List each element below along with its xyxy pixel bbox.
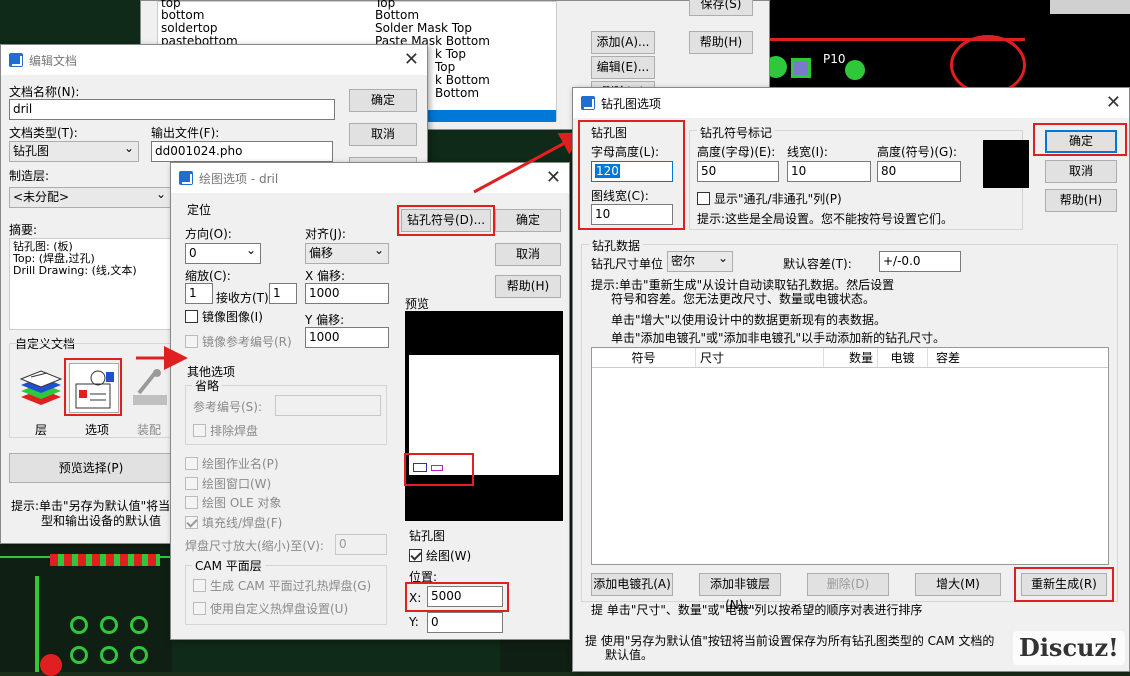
footer-hint-line2: 默认值。 <box>605 648 654 662</box>
drill-group-highlight <box>578 120 685 230</box>
drill-table[interactable]: 符号 尺寸 数量 电镀 容差 <box>591 347 1109 565</box>
table-header: 符号 尺寸 数量 电镀 容差 <box>592 348 1108 368</box>
drill-help-button[interactable]: 帮助(H) <box>1045 189 1117 212</box>
tolerance-input[interactable]: +/-0.0 <box>879 251 961 272</box>
app-icon <box>581 96 595 110</box>
sym-height-char-label: 高度(字母)(E): <box>697 145 776 159</box>
arrow-to-drill-options <box>473 132 585 194</box>
sym-line-width-input[interactable]: 10 <box>787 161 871 182</box>
drill-options-window: 钻孔图选项 ✕ 钻孔图 字母高度(L): 120 图线宽(C): 10 钻孔符号… <box>572 87 1130 672</box>
increase-hint: 单击"增大"以使用设计中的数据更新现有的表数据。 <box>611 313 887 327</box>
global-hint: 提示:这些是全局设置。您不能按符号设置它们。 <box>697 212 954 226</box>
drill-options-titlebar: 钻孔图选项 <box>573 88 1129 118</box>
window-title: 钻孔图选项 <box>601 96 662 111</box>
drill-cancel-button[interactable]: 取消 <box>1045 160 1117 183</box>
symbol-preview <box>983 140 1029 188</box>
delete-button[interactable]: 删除(D) <box>807 573 889 596</box>
add-nonplated-button[interactable]: 添加非镀层(N)... <box>699 573 781 612</box>
table-header-qty[interactable]: 数量 <box>824 348 878 367</box>
watermark: Discuz! <box>1013 631 1125 665</box>
drill-data-group-label: 钻孔数据 <box>589 237 644 254</box>
unit-select[interactable]: 密尔 <box>667 249 733 272</box>
add-hole-hint: 单击"添加电镀孔"或"添加非电镀孔"以手动添加新的钻孔尺寸。 <box>611 331 946 345</box>
unit-label: 钻孔尺寸单位 <box>591 257 664 271</box>
regenerate-highlight <box>1014 567 1114 602</box>
sym-line-width-label: 线宽(I): <box>787 145 828 159</box>
show-via-checkbox[interactable]: 显示"通孔/非通孔"列(P) <box>697 190 842 207</box>
sym-height-input[interactable]: 80 <box>877 161 961 182</box>
drill-ok-highlight <box>1033 123 1127 156</box>
increase-button[interactable]: 增大(M) <box>915 573 1001 596</box>
table-header-size[interactable]: 尺寸 <box>696 348 824 367</box>
table-header-symbol[interactable]: 符号 <box>592 348 696 367</box>
table-header-plated[interactable]: 电镀 <box>878 348 928 367</box>
sym-height-char-input[interactable]: 50 <box>697 161 779 182</box>
table-header-tolerance[interactable]: 容差 <box>928 348 988 367</box>
add-plated-button[interactable]: 添加电镀孔(A) <box>591 573 673 596</box>
sort-hint: 提 单击"尺寸"、数量"或"电镀"列以按希望的顺序对表进行排序 <box>591 603 923 617</box>
regen-hint-line2: 符号和容差。您无法更改尺寸、数量或电镀状态。 <box>611 292 876 306</box>
tolerance-label: 默认容差(T): <box>783 257 852 271</box>
symbol-group-label: 钻孔符号标记 <box>697 124 776 141</box>
close-icon[interactable]: ✕ <box>1106 92 1121 113</box>
sym-height-label: 高度(符号)(G): <box>877 145 958 159</box>
